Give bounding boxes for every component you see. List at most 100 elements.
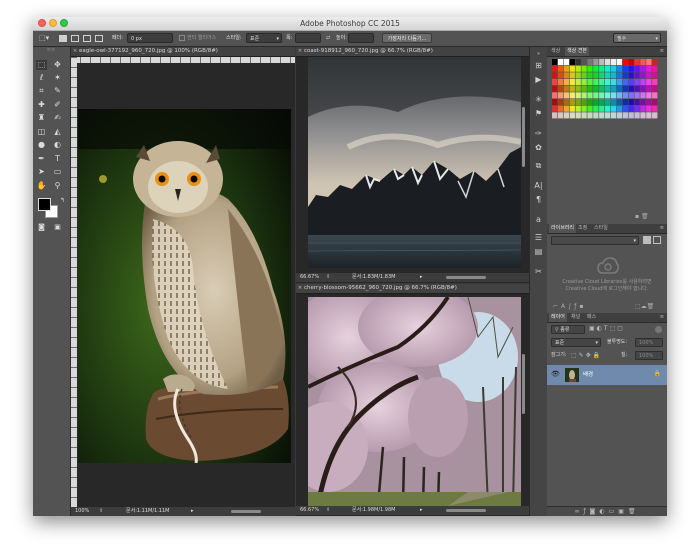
swatch[interactable] xyxy=(640,59,646,66)
swatch[interactable] xyxy=(563,112,570,119)
swatch[interactable] xyxy=(646,105,652,112)
layer-filter-icons[interactable]: ▣◐T⬚▢ xyxy=(589,325,625,332)
swatch[interactable] xyxy=(581,112,587,119)
swatch[interactable] xyxy=(610,105,617,112)
swatch[interactable] xyxy=(587,112,593,119)
horizontal-scrollbar-thumb[interactable] xyxy=(446,276,486,279)
swatch[interactable] xyxy=(610,65,617,72)
workspace-select[interactable]: 필수 ▾ xyxy=(613,33,661,43)
swatch[interactable] xyxy=(563,105,570,112)
swatch[interactable] xyxy=(610,85,617,92)
close-tab-icon[interactable]: × xyxy=(296,284,304,293)
swatch[interactable] xyxy=(599,85,605,92)
swatch[interactable] xyxy=(622,59,628,66)
swatch[interactable] xyxy=(628,105,634,112)
refine-edge-button[interactable]: 가장자리 다듬기... xyxy=(382,33,432,43)
swatch[interactable] xyxy=(616,92,623,99)
tab-paths[interactable]: 패스 xyxy=(585,313,598,322)
quick-mask-icon[interactable]: ◙ xyxy=(36,222,47,232)
swatch[interactable] xyxy=(575,79,581,86)
swatch[interactable] xyxy=(587,85,593,92)
swatch[interactable] xyxy=(610,72,617,79)
document-tab-eagle-owl[interactable]: × eagle-owl-377192_960_720.jpg @ 100% (RG… xyxy=(71,47,295,57)
fill-input[interactable]: 100% xyxy=(635,351,663,360)
swatch[interactable] xyxy=(587,59,593,66)
tab-color[interactable]: 색상 xyxy=(549,47,562,56)
panel-grip-icon[interactable]: ≡≡ xyxy=(37,48,65,53)
swatch[interactable] xyxy=(652,79,658,86)
close-tab-icon[interactable]: × xyxy=(296,47,304,56)
brush-tool-icon[interactable]: ✐ xyxy=(52,100,63,110)
swatch[interactable] xyxy=(640,85,646,92)
swatch[interactable] xyxy=(610,99,617,106)
library-footer-right-icons[interactable]: ⬚☁🗑 xyxy=(635,303,654,310)
paragraph-panel-icon[interactable]: ¶ xyxy=(533,195,544,205)
swatch[interactable] xyxy=(593,65,599,72)
swatch[interactable] xyxy=(640,99,646,106)
new-selection-icon[interactable] xyxy=(59,35,67,42)
swatch[interactable] xyxy=(616,79,623,86)
clone-stamp-tool-icon[interactable]: ♜ xyxy=(36,113,47,123)
zoom-level[interactable]: 66.67% xyxy=(300,273,319,282)
swatch[interactable] xyxy=(634,72,640,79)
glyphs-panel-icon[interactable]: a xyxy=(533,215,544,225)
swatch[interactable] xyxy=(557,99,564,106)
library-select[interactable]: ▾ xyxy=(551,236,639,245)
swatch[interactable] xyxy=(605,92,611,99)
swatch[interactable] xyxy=(610,79,617,86)
swatch[interactable] xyxy=(581,72,587,79)
swatch[interactable] xyxy=(587,79,593,86)
properties-panel-icon[interactable]: ☰ xyxy=(533,233,544,243)
pen-tool-icon[interactable]: ✒ xyxy=(36,154,47,164)
swatch[interactable] xyxy=(622,85,628,92)
swap-colors-icon[interactable]: ↰ xyxy=(57,196,68,206)
swatch[interactable] xyxy=(552,72,558,79)
swatch[interactable] xyxy=(640,92,646,99)
status-arrow-icon[interactable]: ▸ xyxy=(420,273,423,282)
style-select[interactable]: 표준 ▾ xyxy=(246,33,282,43)
healing-brush-tool-icon[interactable]: ✚ xyxy=(36,100,47,110)
swatch[interactable] xyxy=(652,72,658,79)
eyedropper-tool-icon[interactable]: ✎ xyxy=(52,86,63,96)
swatch[interactable] xyxy=(646,92,652,99)
swatch[interactable] xyxy=(605,79,611,86)
hand-tool-icon[interactable]: ✋ xyxy=(36,181,47,191)
swatch[interactable] xyxy=(599,65,605,72)
swatch[interactable] xyxy=(552,79,558,86)
swatch[interactable] xyxy=(552,99,558,106)
swatch[interactable] xyxy=(599,99,605,106)
swatch[interactable] xyxy=(616,72,623,79)
vertical-scrollbar-thumb[interactable] xyxy=(522,107,525,167)
swatch[interactable] xyxy=(575,85,581,92)
swatch[interactable] xyxy=(646,59,652,66)
swatch[interactable] xyxy=(569,92,575,99)
dodge-tool-icon[interactable]: ◐ xyxy=(52,140,63,150)
lasso-tool-icon[interactable]: ℓ xyxy=(36,73,47,83)
swatch[interactable] xyxy=(593,112,599,119)
zoom-level[interactable]: 100% xyxy=(75,507,89,516)
swatch[interactable] xyxy=(575,59,581,66)
path-selection-tool-icon[interactable]: ➤ xyxy=(36,167,47,177)
crop-tool-icon[interactable]: ⌗ xyxy=(36,86,47,96)
swatch[interactable] xyxy=(569,79,575,86)
foreground-color-swatch[interactable] xyxy=(38,198,51,211)
swatch[interactable] xyxy=(575,65,581,72)
swatch[interactable] xyxy=(605,59,611,66)
zoom-tool-icon[interactable]: ⚲ xyxy=(52,181,63,191)
new-swatch-icon[interactable]: ▪ 🗑 xyxy=(635,213,649,220)
swatch[interactable] xyxy=(622,72,628,79)
swatch[interactable] xyxy=(646,85,652,92)
swatch[interactable] xyxy=(552,92,558,99)
swatch[interactable] xyxy=(569,72,575,79)
swatch[interactable] xyxy=(622,112,628,119)
swatch[interactable] xyxy=(634,92,640,99)
swatch[interactable] xyxy=(605,112,611,119)
close-tab-icon[interactable]: × xyxy=(71,47,79,56)
subtract-selection-icon[interactable] xyxy=(83,35,91,42)
swatch[interactable] xyxy=(616,99,623,106)
swatch[interactable] xyxy=(646,99,652,106)
swatch[interactable] xyxy=(616,59,623,66)
height-input[interactable] xyxy=(348,33,374,43)
swatch[interactable] xyxy=(599,92,605,99)
swatch[interactable] xyxy=(605,72,611,79)
